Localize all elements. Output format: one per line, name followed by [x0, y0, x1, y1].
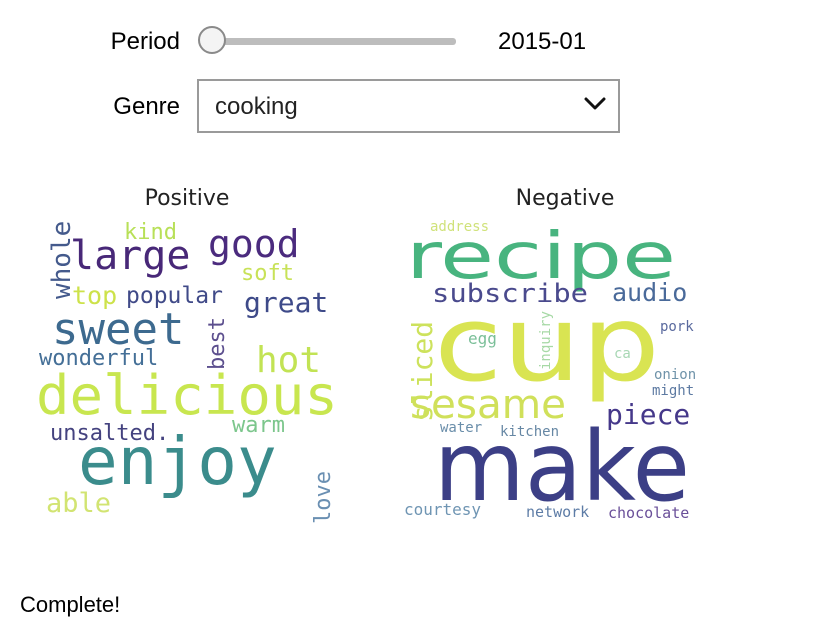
word-might: might — [652, 383, 694, 399]
word-great: great — [244, 286, 328, 319]
word-popular: popular — [126, 283, 223, 309]
period-slider-handle[interactable] — [198, 26, 226, 54]
word-warm: warm — [232, 413, 285, 438]
negative-word-cloud: cup make recipe sesame subscribe audio p… — [396, 212, 706, 532]
word-inquiry: inquiry — [538, 311, 554, 370]
negative-cloud-title: Negative — [515, 186, 615, 211]
period-label: Period — [110, 28, 180, 55]
word-good: good — [208, 222, 300, 266]
word-egg: egg — [468, 329, 497, 348]
genre-dropdown[interactable]: cooking — [197, 79, 620, 133]
word-courtesy: courtesy — [404, 500, 481, 519]
genre-selected-value: cooking — [215, 93, 298, 120]
period-slider-track[interactable] — [212, 38, 456, 45]
word-soft: soft — [241, 261, 294, 286]
positive-word-cloud: enjoy delicious sweet large good hot gre… — [30, 212, 340, 532]
status-message: Complete! — [20, 592, 121, 617]
word-chocolate: chocolate — [608, 504, 689, 522]
positive-word-cloud-image: enjoy delicious sweet large good hot gre… — [36, 220, 338, 524]
word-water: water — [440, 420, 482, 436]
word-sliced: sliced — [406, 321, 439, 422]
word-best: best — [205, 317, 230, 370]
word-audio: audio — [612, 278, 687, 307]
negative-word-cloud-image: cup make recipe sesame subscribe audio p… — [404, 219, 696, 523]
word-network: network — [526, 503, 589, 521]
app-root: Period 2015-01 Genre cooking Positive Ne… — [0, 0, 824, 638]
word-love: love — [311, 471, 336, 524]
word-able: able — [46, 488, 111, 519]
genre-label: Genre — [113, 93, 180, 120]
word-kind: kind — [124, 220, 177, 245]
word-whole: whole — [47, 221, 77, 299]
positive-cloud-title: Positive — [144, 186, 230, 211]
word-piece: piece — [606, 398, 690, 431]
word-onion: onion — [654, 367, 696, 383]
chevron-down-icon — [584, 97, 606, 110]
word-ca: ca — [614, 346, 631, 362]
word-unsalted: unsalted. — [50, 421, 169, 446]
word-top: top — [72, 281, 117, 310]
word-pork: pork — [660, 319, 694, 335]
word-kitchen: kitchen — [500, 424, 559, 440]
word-hot: hot — [256, 340, 321, 381]
period-value: 2015-01 — [498, 28, 587, 55]
word-wonderful: wonderful — [39, 346, 158, 371]
word-subscribe: subscribe — [432, 279, 588, 309]
word-address: address — [430, 219, 489, 235]
